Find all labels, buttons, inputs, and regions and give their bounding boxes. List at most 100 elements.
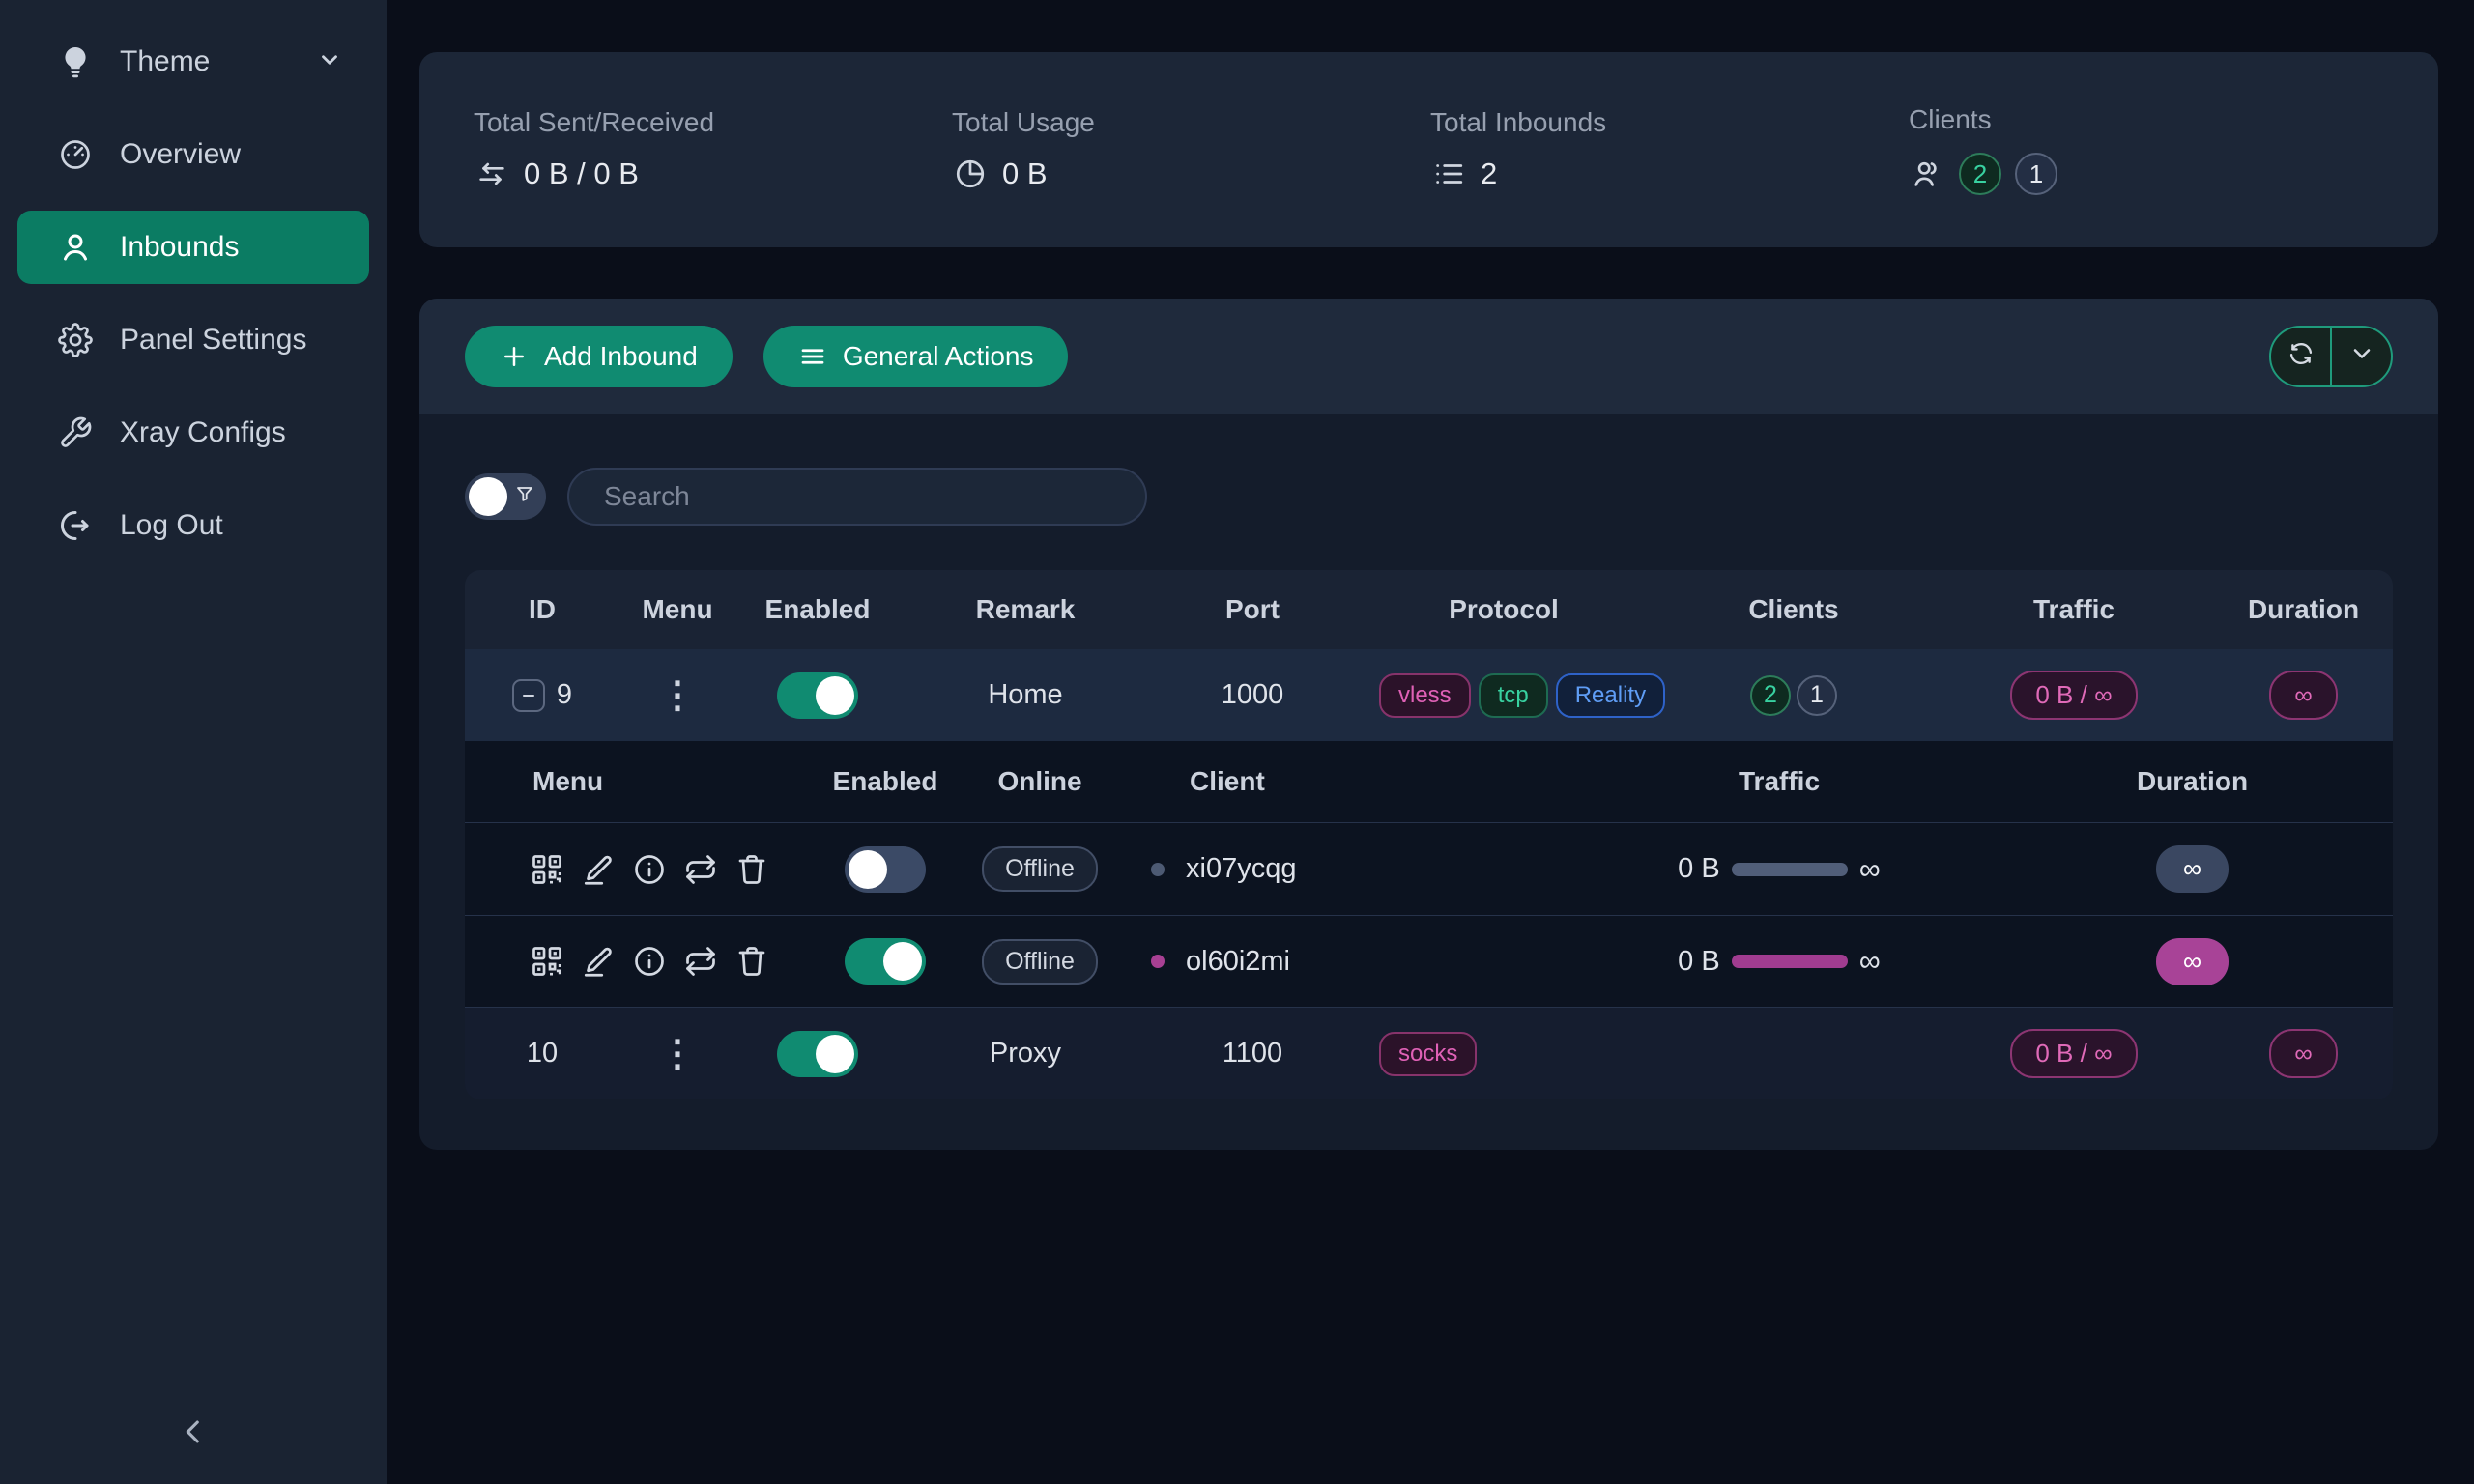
- stat-total-inbounds: Total Inbounds 2: [1376, 107, 1855, 192]
- client-enabled-toggle[interactable]: [845, 938, 926, 985]
- toggle-knob: [883, 942, 922, 981]
- edit-icon[interactable]: [580, 943, 617, 980]
- clients-online-badge: 2: [1959, 153, 2001, 195]
- inbound-id: 9: [557, 679, 572, 711]
- client-status-dot: [1151, 863, 1165, 876]
- sidebar-item-label: Overview: [120, 138, 241, 171]
- sidebar-item-panel-settings[interactable]: Panel Settings: [17, 303, 369, 377]
- delete-icon[interactable]: [734, 943, 770, 980]
- sidebar-collapse-button[interactable]: [162, 1403, 224, 1465]
- traffic-limit: ∞: [1859, 852, 1881, 887]
- search-row: [465, 468, 2393, 526]
- general-actions-button[interactable]: General Actions: [763, 326, 1069, 387]
- panel-body: ID Menu Enabled Remark Port Protocol Cli…: [419, 468, 2438, 1099]
- protocol-tag: socks: [1379, 1032, 1477, 1076]
- pie-chart-icon: [952, 156, 989, 192]
- collapse-row-button[interactable]: [512, 679, 545, 712]
- inbound-enabled-toggle[interactable]: [777, 672, 858, 719]
- kebab-menu-icon[interactable]: ⋮: [619, 1036, 735, 1072]
- search-input[interactable]: [567, 468, 1147, 526]
- add-inbound-label: Add Inbound: [544, 341, 698, 372]
- col-header-remark: Remark: [900, 594, 1151, 625]
- client-name: ol60i2mi: [1186, 946, 1290, 978]
- app-root: Theme Overview Inbounds Panel Settings: [0, 0, 2474, 1484]
- qr-code-icon[interactable]: [529, 851, 565, 888]
- kebab-menu-icon[interactable]: ⋮: [619, 677, 735, 714]
- client-row: Offline xi07ycqg 0 B ∞ ∞: [465, 823, 2393, 915]
- inbound-port: 1100: [1151, 1038, 1354, 1070]
- sub-col-header-menu: Menu: [465, 766, 813, 797]
- edit-icon[interactable]: [580, 851, 617, 888]
- col-header-protocol: Protocol: [1354, 594, 1654, 625]
- sidebar-item-overview[interactable]: Overview: [17, 118, 369, 191]
- online-status-badge: Offline: [982, 939, 1098, 985]
- refresh-split-button: [2269, 326, 2393, 387]
- sidebar-item-log-out[interactable]: Log Out: [17, 489, 369, 562]
- qr-code-icon[interactable]: [529, 943, 565, 980]
- sidebar-item-label: Theme: [120, 45, 210, 78]
- table-header-row: ID Menu Enabled Remark Port Protocol Cli…: [465, 570, 2393, 649]
- inbounds-table: ID Menu Enabled Remark Port Protocol Cli…: [465, 570, 2393, 1099]
- sub-col-header-online: Online: [958, 766, 1122, 797]
- reset-traffic-icon[interactable]: [682, 851, 719, 888]
- inbounds-panel: Add Inbound General Actions: [419, 299, 2438, 1150]
- inbound-enabled-toggle[interactable]: [777, 1031, 858, 1077]
- stat-label: Total Inbounds: [1430, 107, 1855, 138]
- duration-badge: ∞: [2156, 845, 2229, 893]
- reset-traffic-icon[interactable]: [682, 943, 719, 980]
- sidebar: Theme Overview Inbounds Panel Settings: [0, 0, 387, 1484]
- col-header-port: Port: [1151, 594, 1354, 625]
- traffic-progress-bar: [1732, 955, 1848, 968]
- stat-label: Clients: [1909, 104, 2333, 135]
- chevron-down-icon: [2348, 340, 2375, 372]
- stat-label: Total Usage: [952, 107, 1376, 138]
- sidebar-item-inbounds[interactable]: Inbounds: [17, 211, 369, 284]
- toggle-knob: [816, 1035, 854, 1073]
- stat-value: 0 B: [1002, 157, 1048, 191]
- client-status-dot: [1151, 955, 1165, 968]
- col-header-id: ID: [465, 594, 619, 625]
- col-header-duration: Duration: [2214, 594, 2393, 625]
- info-icon[interactable]: [631, 851, 668, 888]
- stats-card: Total Sent/Received 0 B / 0 B Total Usag…: [419, 52, 2438, 247]
- refresh-options-button[interactable]: [2330, 328, 2391, 385]
- duration-badge: ∞: [2269, 1029, 2338, 1078]
- client-enabled-toggle[interactable]: [845, 846, 926, 893]
- sub-col-header-traffic: Traffic: [1567, 766, 1992, 797]
- main-content: Total Sent/Received 0 B / 0 B Total Usag…: [387, 0, 2474, 1484]
- sidebar-item-xray-configs[interactable]: Xray Configs: [17, 396, 369, 470]
- traffic-badge: 0 B / ∞: [2010, 1029, 2137, 1078]
- stat-label: Total Sent/Received: [474, 107, 898, 138]
- traffic-badge: 0 B / ∞: [2010, 671, 2137, 720]
- transfer-icon: [474, 156, 510, 192]
- refresh-button[interactable]: [2271, 328, 2330, 385]
- sub-col-header-client: Client: [1122, 766, 1567, 797]
- refresh-icon: [2287, 340, 2315, 372]
- chevron-left-icon: [177, 1415, 210, 1453]
- bulb-icon: [56, 43, 95, 81]
- delete-icon[interactable]: [734, 851, 770, 888]
- clients-deactive-badge: 1: [1797, 675, 1837, 716]
- sub-col-header-duration: Duration: [1992, 766, 2393, 797]
- sidebar-item-label: Log Out: [120, 509, 223, 542]
- logout-icon: [56, 506, 95, 545]
- add-inbound-button[interactable]: Add Inbound: [465, 326, 733, 387]
- filter-icon: [513, 483, 536, 511]
- sidebar-item-label: Xray Configs: [120, 416, 286, 449]
- traffic-used: 0 B: [1678, 946, 1720, 978]
- sub-col-header-enabled: Enabled: [813, 766, 958, 797]
- inbound-remark: Home: [900, 679, 1151, 711]
- info-icon[interactable]: [631, 943, 668, 980]
- sidebar-item-theme[interactable]: Theme: [17, 25, 369, 99]
- stat-clients: Clients 2 1: [1855, 104, 2333, 195]
- users-icon: [1909, 156, 1945, 192]
- list-icon: [1430, 156, 1467, 192]
- stat-total-usage: Total Usage 0 B: [898, 107, 1376, 192]
- stat-total-sent-received: Total Sent/Received 0 B / 0 B: [419, 107, 898, 192]
- gear-icon: [56, 321, 95, 359]
- inbound-id: 10: [527, 1038, 558, 1070]
- user-icon: [56, 228, 95, 267]
- filter-toggle[interactable]: [465, 473, 546, 520]
- clients-deactive-badge: 1: [2015, 153, 2057, 195]
- panel-toolbar: Add Inbound General Actions: [419, 299, 2438, 414]
